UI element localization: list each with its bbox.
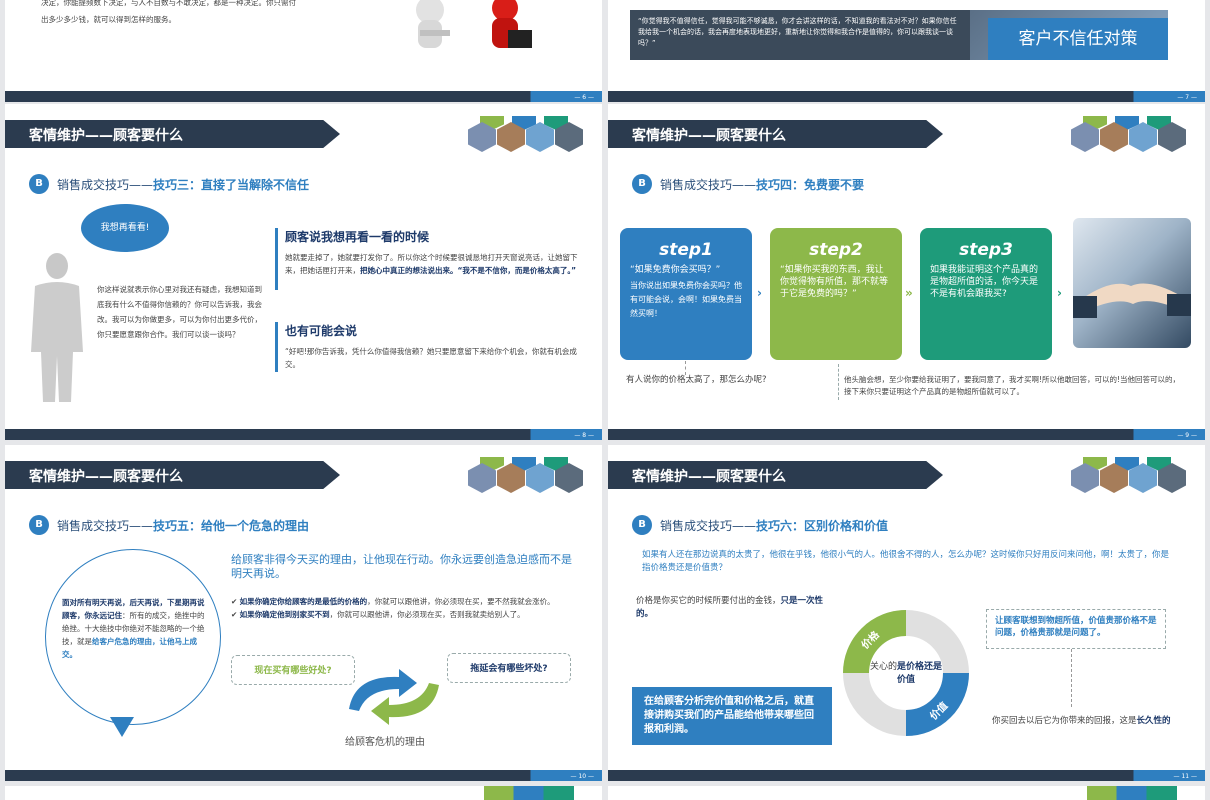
value-callout-box: 让顾客联想到物超所值，价值贵那价格不是问题，价格贵那就是问题了。 — [986, 609, 1166, 649]
bottom-right-explanation: 他头脑会想，至少你要给我证明了，要我同意了，我才买啊!所以他敢回答，可以的!当他… — [844, 375, 1181, 396]
intro-text: 如果有人还在那边说真的太贵了，他很在乎钱，他很小气的人。他很舍不得的人，怎么办呢… — [642, 550, 1170, 573]
slide-subtitle: B 销售成交技巧—— 技巧五：给他一个危急的理由 — [29, 515, 309, 535]
section-see-again: 顾客说我想再看一看的时候 她就要走掉了，她就要打发你了。所以你这个时候要很诚恳地… — [285, 230, 578, 275]
urgency-headline: 给顾客非得今天买的理由，让他现在行动。你永远要创造急迫感而不是明天再说。 — [231, 553, 572, 580]
caption-crisis: 给顾客危机的理由 — [345, 737, 425, 748]
triangle-down-icon — [110, 717, 134, 737]
left-explanation: 你这样说就表示你心里对我还有疑虑，我想知道到底我有什么不值得你信赖的？你可以告诉… — [97, 285, 262, 339]
chevron-right-icon: » — [905, 286, 913, 300]
hex-photo-strip — [1071, 116, 1191, 152]
drawback-box: 拖延会有哪些坏处? — [447, 653, 571, 683]
analysis-note: 在给顾客分析完价值和价格之后，就直接讲购买我们的产品能给他带来哪些回报和利润。 — [632, 687, 832, 745]
handshake-photo — [1073, 218, 1191, 348]
slide-subtitle: B 销售成交技巧—— 技巧六：区别价格和价值 — [632, 515, 888, 535]
price-definition: 价格是你买它的时候所要付出的金钱，只是一次性的。 — [636, 596, 824, 619]
slide-7: “你觉得我不值得信任，觉得我可能不够诚恳，你才会讲这样的话，不知道我的看法对不对… — [608, 0, 1205, 102]
section-title-bar: 客情维护——顾客要什么 — [608, 461, 943, 489]
step-card-1: step1 “如果免费你会买吗？” 当你说出如果免费你会买吗？他有可能会说，会啊… — [620, 228, 752, 360]
slide-11: 客情维护——顾客要什么 B 销售成交技巧—— 技巧六：区别价格和价值 如果有人还在… — [608, 445, 1205, 781]
donut-center-text: 关心的是价格还是价值 — [869, 662, 943, 685]
strategy-label: 客户不信任对策 — [988, 18, 1168, 60]
chevron-right-icon: › — [757, 286, 762, 300]
hex-photo-strip — [468, 457, 588, 493]
section-title-bar: 客情维护——顾客要什么 — [5, 461, 340, 489]
slide-13-partial — [608, 786, 1205, 800]
quote-panel: “你觉得我不值得信任，觉得我可能不够诚恳，你才会讲这样的话，不知道我的看法对不对… — [630, 10, 970, 60]
slide-12-partial — [5, 786, 602, 800]
section-title-bar: 客情维护——顾客要什么 — [608, 120, 943, 148]
footer-bar: — 8 — — [5, 429, 602, 440]
man-silhouette-icon — [31, 253, 83, 402]
bottom-left-question: 有人说你的价格太高了，那怎么办呢? — [626, 375, 767, 385]
hex-photo-strip — [1071, 457, 1191, 493]
hex-photo-strip — [468, 116, 588, 152]
step-card-3: step3 如果我能证明这个产品真的是物超所值的话，你今天是不是有机会跟我买? — [920, 228, 1052, 360]
slide-6: 决定，你能提频数下决定，与人不自数与不敢决定，都是一种决定。你只需付 出多少多少… — [5, 0, 602, 102]
footer-bar: — 11 — — [608, 770, 1205, 781]
slide-8: 客情维护——顾客要什么 B 销售成交技巧—— 技巧三：直接了当解除不信任 我想再看… — [5, 104, 602, 440]
footer-bar: — 9 — — [608, 429, 1205, 440]
section-may-say: 也有可能会说 “好吧!那你告诉我，凭什么你值得我信赖？她只要愿意留下来给你个机会… — [285, 324, 577, 369]
value-definition: 你买回去以后它为你带来的回报，这是长久性的 — [992, 716, 1171, 726]
speech-bubble: 我想再看看! — [81, 204, 169, 252]
benefit-box: 现在买有哪些好处? — [231, 655, 355, 685]
step-card-2: step2 “如果你买我的东西，我让你觉得物有所值，那不就等于它是免费的吗？” — [770, 228, 902, 360]
business-figures-icon — [416, 0, 532, 48]
footer-bar: — 7 — — [608, 91, 1205, 102]
slide6-text: 决定，你能提频数下决定，与人不自数与不敢决定，都是一种决定。你只需付 出多少多少… — [41, 0, 296, 24]
slide-subtitle: B 销售成交技巧—— 技巧四：免费要不要 — [632, 174, 864, 194]
footer-bar: — 10 — — [5, 770, 602, 781]
section-title-bar: 客情维护——顾客要什么 — [5, 120, 340, 148]
footer-bar: — 6 — — [5, 91, 602, 102]
cycle-arrows-icon — [349, 669, 439, 725]
handshake-icon — [1073, 283, 1191, 318]
urgency-bullets: ✔ 如果你确定你给顾客的是最低的价格的，你就可以跟他讲，你必须现在买，要不然我就… — [231, 597, 555, 619]
urgency-circle: 面对所有明天再说，后天再说，下星期再说顾客，你永远记住：所有的成交，绝挫中的绝挫… — [45, 549, 221, 725]
slide-10: 客情维护——顾客要什么 B 销售成交技巧—— 技巧五：给他一个危急的理由 面对所有… — [5, 445, 602, 781]
slide-9: 客情维护——顾客要什么 B 销售成交技巧—— 技巧四：免费要不要 step1 “如… — [608, 104, 1205, 440]
slide-subtitle: B 销售成交技巧—— 技巧三：直接了当解除不信任 — [29, 174, 309, 194]
chevron-right-icon: › — [1057, 286, 1062, 300]
